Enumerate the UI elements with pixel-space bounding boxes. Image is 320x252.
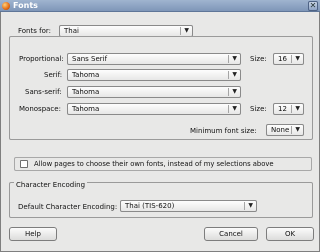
firefox-icon	[2, 2, 10, 10]
serif-label: Serif:	[44, 71, 63, 79]
serif-dropdown[interactable]: Tahoma ▼	[67, 69, 241, 81]
monospace-value: Tahoma	[72, 105, 100, 113]
character-encoding-title: Character Encoding	[14, 181, 88, 190]
proportional-dropdown[interactable]: Sans Serif ▼	[67, 53, 241, 65]
sans-serif-label: Sans-serif:	[25, 88, 62, 96]
ok-button[interactable]: OK	[266, 227, 314, 241]
chevron-down-icon: ▼	[232, 55, 237, 62]
help-button-label: Help	[25, 230, 41, 238]
chevron-down-icon: ▼	[295, 105, 300, 112]
serif-value: Tahoma	[72, 71, 100, 79]
chevron-down-icon: ▼	[295, 126, 300, 133]
monospace-label: Monospace:	[19, 105, 61, 113]
size-dropdown[interactable]: 16 ▼	[273, 53, 304, 65]
default-encoding-dropdown[interactable]: Thai (TIS-620) ▼	[120, 200, 257, 212]
chevron-down-icon: ▼	[232, 105, 237, 112]
fonts-for-label: Fonts for:	[18, 27, 51, 35]
chevron-down-icon: ▼	[184, 27, 189, 34]
proportional-value: Sans Serif	[72, 55, 108, 63]
fonts-for-value: Thai	[64, 27, 79, 35]
cancel-button[interactable]: Cancel	[204, 227, 258, 241]
allow-pages-label: Allow pages to choose their own fonts, i…	[34, 160, 274, 168]
chevron-down-icon: ▼	[248, 202, 253, 209]
close-button[interactable]: ✕	[308, 1, 318, 11]
minimum-font-size-value: None	[271, 126, 290, 134]
ok-button-label: OK	[284, 230, 296, 238]
monospace-size-value: 12	[278, 105, 287, 113]
sans-serif-dropdown[interactable]: Tahoma ▼	[67, 86, 241, 98]
proportional-label: Proportional:	[19, 55, 64, 63]
monospace-dropdown[interactable]: Tahoma ▼	[67, 103, 241, 115]
window-title: Fonts	[13, 1, 38, 10]
size-value: 16	[278, 55, 287, 63]
default-encoding-value: Thai (TIS-620)	[125, 202, 175, 210]
chevron-down-icon: ▼	[232, 88, 237, 95]
title-bar[interactable]	[0, 0, 320, 12]
chevron-down-icon: ▼	[232, 71, 237, 78]
help-button[interactable]: Help	[9, 227, 57, 241]
sans-serif-value: Tahoma	[72, 88, 100, 96]
cancel-button-label: Cancel	[219, 230, 243, 238]
minimum-font-size-dropdown[interactable]: None ▼	[266, 124, 304, 136]
monospace-size-label: Size:	[250, 105, 267, 113]
monospace-size-dropdown[interactable]: 12 ▼	[273, 103, 304, 115]
minimum-font-size-label: Minimum font size:	[190, 127, 257, 135]
close-icon: ✕	[309, 1, 317, 10]
chevron-down-icon: ▼	[295, 55, 300, 62]
size-label: Size:	[250, 55, 267, 63]
allow-pages-checkbox[interactable]	[20, 160, 28, 168]
default-encoding-label: Default Character Encoding:	[18, 203, 118, 211]
